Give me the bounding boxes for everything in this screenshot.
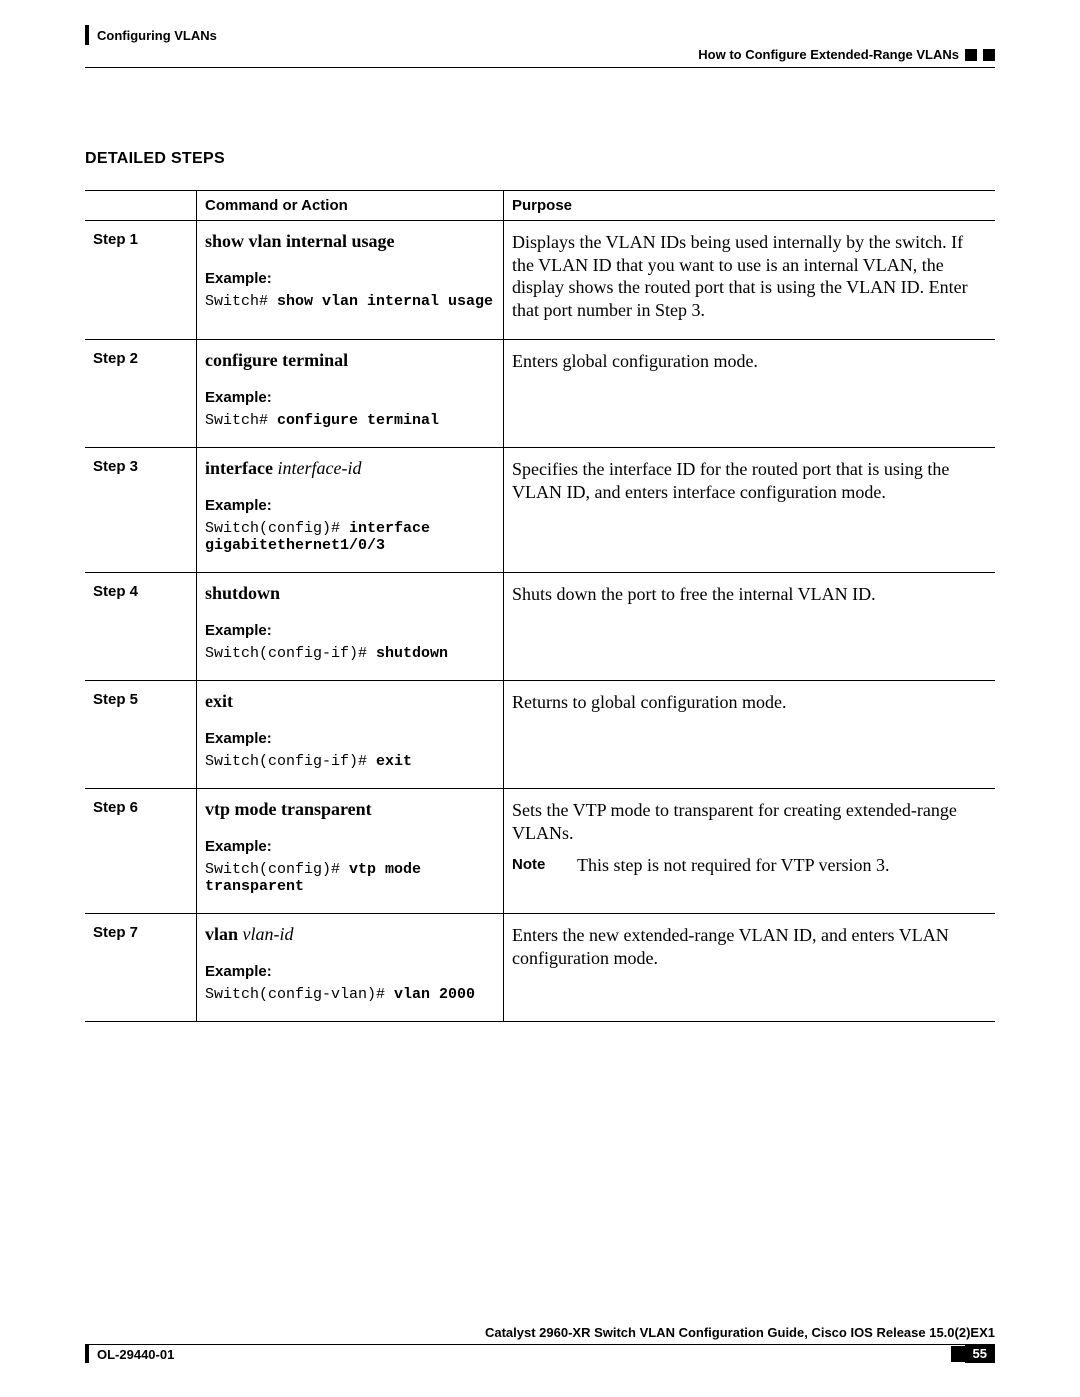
col-command: Command or Action	[197, 191, 504, 221]
command-cell: show vlan internal usage Example: Switch…	[197, 221, 504, 340]
table-row: Step 1 show vlan internal usage Example:…	[85, 221, 995, 340]
step-label: Step 4	[85, 573, 197, 681]
command-bold: vlan	[205, 924, 238, 944]
example-label: Example:	[205, 389, 495, 406]
example-label: Example:	[205, 497, 495, 514]
example-line: Switch# show vlan internal usage	[205, 293, 495, 310]
command-bold: show vlan internal usage	[205, 231, 395, 251]
header-square-icon	[983, 49, 995, 61]
purpose-cell: Displays the VLAN IDs being used interna…	[504, 221, 996, 340]
command-cell: interface interface-id Example: Switch(c…	[197, 448, 504, 573]
command-cell: vlan vlan-id Example: Switch(config-vlan…	[197, 914, 504, 1022]
table-row: Step 2 configure terminal Example: Switc…	[85, 340, 995, 448]
command-italic: vlan-id	[238, 924, 294, 944]
example-prompt: Switch#	[205, 412, 277, 429]
topic-title: How to Configure Extended-Range VLANs	[698, 47, 959, 62]
col-purpose: Purpose	[504, 191, 996, 221]
command-italic: interface-id	[273, 458, 361, 478]
table-row: Step 7 vlan vlan-id Example: Switch(conf…	[85, 914, 995, 1022]
example-cmd: exit	[376, 753, 412, 770]
purpose-text: Shuts down the port to free the internal…	[512, 584, 876, 604]
example-cmd: vlan 2000	[394, 986, 475, 1003]
step-label: Step 5	[85, 681, 197, 789]
section-title: DETAILED STEPS	[85, 150, 225, 168]
example-prompt: Switch(config-vlan)#	[205, 986, 394, 1003]
page-header: Configuring VLANs How to Configure Exten…	[85, 25, 995, 45]
header-square-icon	[965, 49, 977, 61]
command-bold: interface	[205, 458, 273, 478]
command-cell: vtp mode transparent Example: Switch(con…	[197, 789, 504, 914]
example-prompt: Switch(config)#	[205, 861, 349, 878]
step-label: Step 3	[85, 448, 197, 573]
step-label: Step 6	[85, 789, 197, 914]
purpose-cell: Enters the new extended-range VLAN ID, a…	[504, 914, 996, 1022]
footer-docnum: OL-29440-01	[97, 1347, 174, 1362]
purpose-text: Enters global configuration mode.	[512, 351, 758, 371]
note-block: Note This step is not required for VTP v…	[512, 854, 987, 877]
example-label: Example:	[205, 270, 495, 287]
purpose-text: Returns to global configuration mode.	[512, 692, 786, 712]
steps-table: Command or Action Purpose Step 1 show vl…	[85, 190, 995, 1022]
example-line: Switch(config-if)# shutdown	[205, 645, 495, 662]
purpose-cell: Returns to global configuration mode.	[504, 681, 996, 789]
purpose-text: Enters the new extended-range VLAN ID, a…	[512, 925, 949, 968]
example-label: Example:	[205, 730, 495, 747]
example-line: Switch(config)# interface gigabitetherne…	[205, 520, 495, 554]
example-prompt: Switch#	[205, 293, 277, 310]
example-prompt: Switch(config-if)#	[205, 753, 376, 770]
example-label: Example:	[205, 622, 495, 639]
table-row: Step 6 vtp mode transparent Example: Swi…	[85, 789, 995, 914]
example-line: Switch(config-if)# exit	[205, 753, 495, 770]
command-bold: configure terminal	[205, 350, 348, 370]
command-cell: shutdown Example: Switch(config-if)# shu…	[197, 573, 504, 681]
page-footer: Catalyst 2960-XR Switch VLAN Configurati…	[85, 1327, 995, 1365]
footer-square-icon	[951, 1346, 965, 1362]
chapter-title: Configuring VLANs	[97, 28, 217, 43]
example-cmd: show vlan internal usage	[277, 293, 493, 310]
note-label: Note	[512, 854, 567, 877]
purpose-text: Sets the VTP mode to transparent for cre…	[512, 800, 957, 843]
command-bold: shutdown	[205, 583, 280, 603]
example-prompt: Switch(config)#	[205, 520, 349, 537]
step-label: Step 2	[85, 340, 197, 448]
command-cell: configure terminal Example: Switch# conf…	[197, 340, 504, 448]
footer-bar-icon	[85, 1345, 89, 1363]
purpose-cell: Sets the VTP mode to transparent for cre…	[504, 789, 996, 914]
page-number: 55	[965, 1345, 995, 1363]
table-header-row: Command or Action Purpose	[85, 191, 995, 221]
example-line: Switch# configure terminal	[205, 412, 495, 429]
command-bold: vtp mode transparent	[205, 799, 372, 819]
footer-book-title: Catalyst 2960-XR Switch VLAN Configurati…	[85, 1325, 995, 1340]
example-prompt: Switch(config-if)#	[205, 645, 376, 662]
example-cmd: shutdown	[376, 645, 448, 662]
note-text: This step is not required for VTP versio…	[577, 854, 987, 877]
purpose-cell: Shuts down the port to free the internal…	[504, 573, 996, 681]
purpose-text: Specifies the interface ID for the route…	[512, 459, 949, 502]
header-divider	[85, 67, 995, 68]
step-label: Step 7	[85, 914, 197, 1022]
table-row: Step 4 shutdown Example: Switch(config-i…	[85, 573, 995, 681]
table-row: Step 5 exit Example: Switch(config-if)# …	[85, 681, 995, 789]
purpose-text: Displays the VLAN IDs being used interna…	[512, 232, 968, 320]
purpose-cell: Enters global configuration mode.	[504, 340, 996, 448]
example-label: Example:	[205, 963, 495, 980]
col-step	[85, 191, 197, 221]
example-cmd: configure terminal	[277, 412, 439, 429]
example-label: Example:	[205, 838, 495, 855]
header-bar-icon	[85, 25, 89, 45]
example-line: Switch(config-vlan)# vlan 2000	[205, 986, 495, 1003]
command-cell: exit Example: Switch(config-if)# exit	[197, 681, 504, 789]
step-label: Step 1	[85, 221, 197, 340]
table-row: Step 3 interface interface-id Example: S…	[85, 448, 995, 573]
example-line: Switch(config)# vtp mode transparent	[205, 861, 495, 895]
purpose-cell: Specifies the interface ID for the route…	[504, 448, 996, 573]
command-bold: exit	[205, 691, 233, 711]
